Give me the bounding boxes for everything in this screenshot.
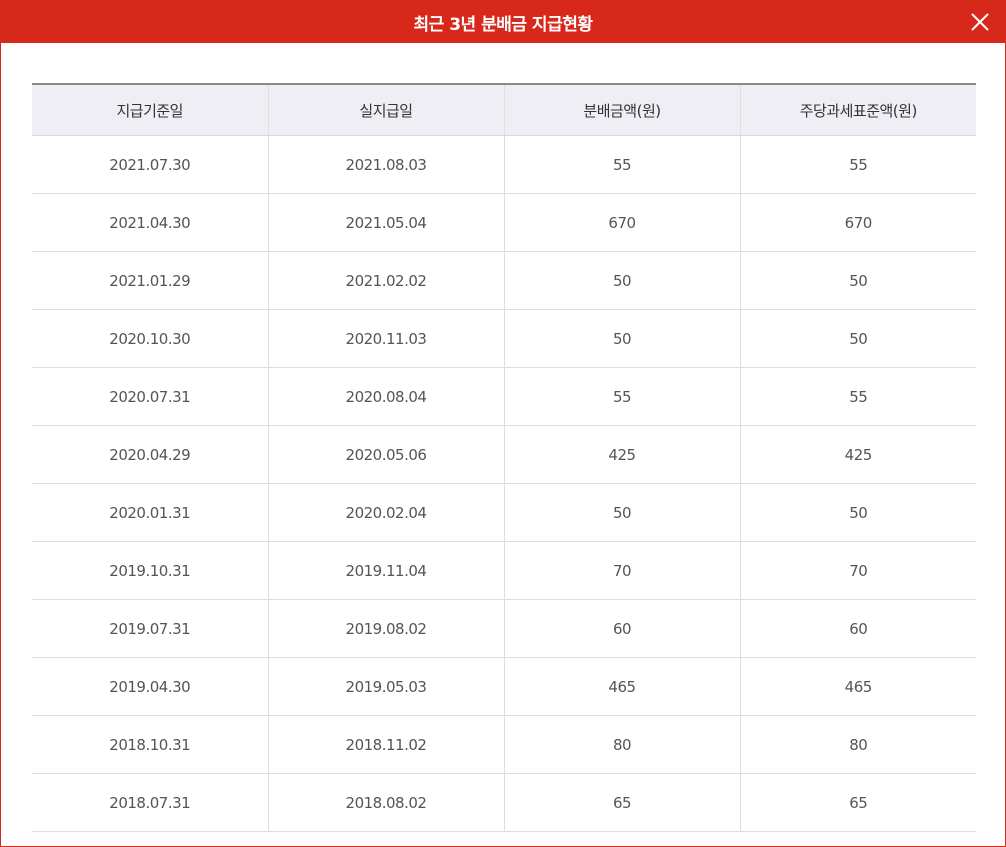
payment-date-cell: 2020.02.04 [267,483,504,542]
distribution-amount-cell: 80 [503,715,740,774]
payment-date-cell: 2018.08.02 [267,773,504,832]
table-row: 2021.07.30 2021.08.03 55 55 [32,135,976,194]
taxable-amount-cell: 55 [739,135,976,194]
payment-date-cell: 2021.08.03 [267,135,504,194]
distribution-table: 지급기준일 실지급일 분배금액(원) 주당과세표준액(원) 2021.07.30… [32,83,976,832]
payment-date-cell: 2020.05.06 [267,425,504,484]
base-date-cell: 2019.07.31 [32,599,268,658]
base-date-cell: 2018.10.31 [32,715,268,774]
taxable-amount-cell: 60 [739,599,976,658]
distribution-amount-cell: 50 [503,309,740,368]
distribution-amount-cell: 425 [503,425,740,484]
base-date-cell: 2020.04.29 [32,425,268,484]
distribution-amount-cell: 55 [503,135,740,194]
payment-date-cell: 2021.05.04 [267,193,504,252]
payment-date-cell: 2019.08.02 [267,599,504,658]
distribution-amount-cell: 55 [503,367,740,426]
table-row: 2020.10.30 2020.11.03 50 50 [32,309,976,368]
base-date-cell: 2021.07.30 [32,135,268,194]
header-base-date: 지급기준일 [32,83,268,136]
payment-date-cell: 2020.08.04 [267,367,504,426]
taxable-amount-cell: 670 [739,193,976,252]
table-body: 2021.07.30 2021.08.03 55 55 2021.04.30 2021.0… [32,135,976,832]
base-date-cell: 2021.04.30 [32,193,268,252]
base-date-cell: 2020.07.31 [32,367,268,426]
distribution-amount-cell: 65 [503,773,740,832]
table-row: 2019.07.31 2019.08.02 60 60 [32,599,976,658]
taxable-amount-cell: 50 [739,251,976,310]
table-row: 2021.04.30 2021.05.04 670 670 [32,193,976,252]
taxable-amount-cell: 50 [739,309,976,368]
table-header-row: 지급기준일 실지급일 분배금액(원) 주당과세표준액(원) [32,83,976,136]
distribution-amount-cell: 60 [503,599,740,658]
base-date-cell: 2019.10.31 [32,541,268,600]
close-icon [971,13,989,31]
taxable-amount-cell: 70 [739,541,976,600]
close-button[interactable] [969,11,991,33]
distribution-amount-cell: 670 [503,193,740,252]
payment-date-cell: 2019.11.04 [267,541,504,600]
header-taxable-amount: 주당과세표준액(원) [739,83,976,136]
taxable-amount-cell: 55 [739,367,976,426]
taxable-amount-cell: 65 [739,773,976,832]
base-date-cell: 2021.01.29 [32,251,268,310]
base-date-cell: 2019.04.30 [32,657,268,716]
taxable-amount-cell: 465 [739,657,976,716]
table-row: 2021.01.29 2021.02.02 50 50 [32,251,976,310]
table-row: 2019.04.30 2019.05.03 465 465 [32,657,976,716]
distribution-history-modal: 최근 3년 분배금 지급현황 지급기준일 실지급일 분배금액(원) 주당과세표준… [0,0,1006,847]
distribution-amount-cell: 50 [503,483,740,542]
payment-date-cell: 2021.02.02 [267,251,504,310]
payment-date-cell: 2018.11.02 [267,715,504,774]
base-date-cell: 2018.07.31 [32,773,268,832]
table-row: 2020.01.31 2020.02.04 50 50 [32,483,976,542]
distribution-amount-cell: 465 [503,657,740,716]
header-distribution-amount: 분배금액(원) [503,83,740,136]
table-row: 2018.07.31 2018.08.02 65 65 [32,773,976,832]
taxable-amount-cell: 80 [739,715,976,774]
base-date-cell: 2020.10.30 [32,309,268,368]
table-row: 2020.04.29 2020.05.06 425 425 [32,425,976,484]
table-row: 2018.10.31 2018.11.02 80 80 [32,715,976,774]
table-row: 2019.10.31 2019.11.04 70 70 [32,541,976,600]
header-payment-date: 실지급일 [267,83,504,136]
payment-date-cell: 2019.05.03 [267,657,504,716]
modal-title: 최근 3년 분배금 지급현황 [413,14,593,35]
distribution-amount-cell: 50 [503,251,740,310]
distribution-amount-cell: 70 [503,541,740,600]
table-row: 2020.07.31 2020.08.04 55 55 [32,367,976,426]
base-date-cell: 2020.01.31 [32,483,268,542]
modal-header: 최근 3년 분배금 지급현황 [1,1,1005,43]
payment-date-cell: 2020.11.03 [267,309,504,368]
taxable-amount-cell: 425 [739,425,976,484]
taxable-amount-cell: 50 [739,483,976,542]
